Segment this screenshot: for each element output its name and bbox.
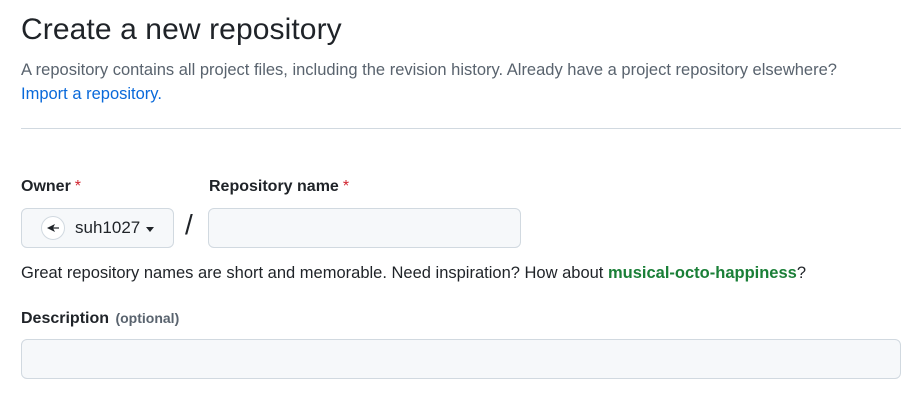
avatar-icon xyxy=(41,216,65,240)
repository-name-label-text: Repository name xyxy=(209,178,339,195)
page-description: A repository contains all project files,… xyxy=(21,58,901,106)
repository-name-required-mark: * xyxy=(342,178,350,195)
description-label-text: Description xyxy=(21,310,110,327)
owner-label-text: Owner xyxy=(21,178,71,195)
import-repository-link[interactable]: Import a repository. xyxy=(21,85,162,103)
repository-name-label: Repository name * xyxy=(209,178,349,196)
owner-dropdown-button[interactable]: suh1027 xyxy=(21,208,174,248)
owner-label: Owner * xyxy=(21,178,81,196)
suggestion-suffix: ? xyxy=(796,264,807,282)
owner-required-mark: * xyxy=(74,178,82,195)
repository-name-suggestion: Great repository names are short and mem… xyxy=(21,264,806,283)
description-text: A repository contains all project files,… xyxy=(21,61,837,79)
owner-name: suh1027 xyxy=(75,218,141,237)
description-optional-tag: (optional) xyxy=(115,310,180,326)
suggestion-prefix: Great repository names are short and mem… xyxy=(21,264,608,282)
description-input[interactable] xyxy=(21,339,901,379)
header-divider xyxy=(21,128,901,129)
caret-down-icon xyxy=(146,226,155,232)
owner-repo-separator: / xyxy=(185,209,193,240)
page-title: Create a new repository xyxy=(21,13,342,46)
repository-name-input[interactable] xyxy=(208,208,521,248)
suggested-repository-name[interactable]: musical-octo-happiness xyxy=(608,264,797,282)
description-label: Description (optional) xyxy=(21,310,179,328)
